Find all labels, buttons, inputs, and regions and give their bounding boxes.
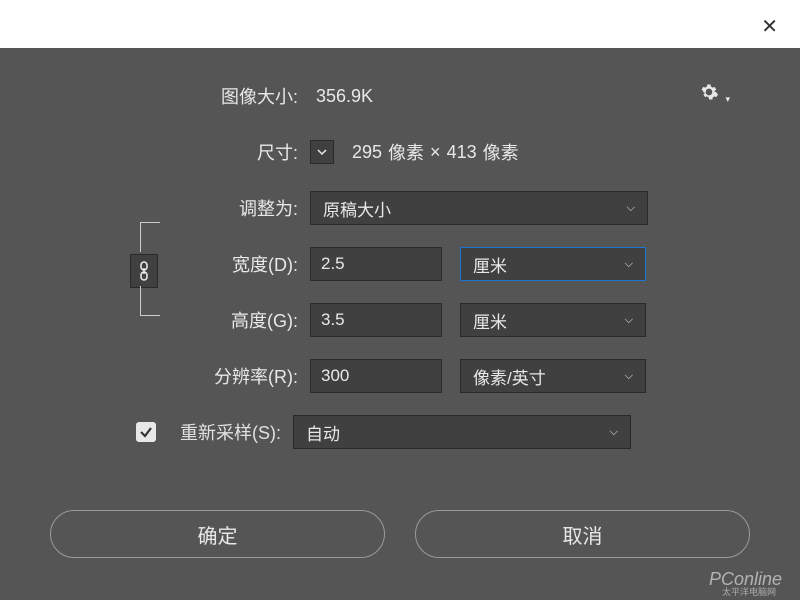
gear-icon[interactable]: ▾ [699,82,730,107]
fit-to-select[interactable]: 原稿大小 ⌵ [310,191,648,225]
chevron-down-icon: ⌵ [625,258,633,271]
resample-select[interactable]: 自动 ⌵ [293,415,631,449]
height-input[interactable] [310,303,442,337]
link-icon[interactable] [130,254,158,288]
image-size-value: 356.9K [316,86,373,107]
dimensions-label: 尺寸: [60,139,310,165]
close-icon[interactable]: ✕ [761,14,778,39]
dim-separator: × [430,142,441,163]
width-input[interactable] [310,247,442,281]
dimensions-unit-toggle[interactable] [310,140,334,164]
watermark-sub: 太平洋电脑网 [722,585,776,598]
dim-unit1: 像素 [388,139,424,165]
dim-height: 413 [447,142,477,163]
constrain-bracket [130,214,166,324]
title-bar: ✕ [0,0,800,48]
height-label: 高度(G): [60,307,310,333]
height-unit-value: 厘米 [473,308,507,333]
image-size-dialog: ▾ 图像大小: 356.9K 尺寸: 295 像素 × 413 像素 调整为: … [0,48,800,450]
resolution-input[interactable] [310,359,442,393]
width-unit-value: 厘米 [473,252,507,277]
image-size-label: 图像大小: [60,83,310,109]
dim-unit2: 像素 [483,139,519,165]
width-unit-select[interactable]: 厘米 ⌵ [460,247,646,281]
chevron-down-icon: ⌵ [625,370,633,383]
chevron-down-icon: ⌵ [627,202,635,215]
fit-to-value: 原稿大小 [323,196,391,221]
dim-width: 295 [352,142,382,163]
resample-checkbox[interactable] [136,422,156,442]
cancel-button[interactable]: 取消 [415,510,750,558]
resolution-label: 分辨率(R): [60,363,310,389]
chevron-down-icon: ⌵ [625,314,633,327]
resample-label: 重新采样(S): [180,419,281,445]
resample-value: 自动 [306,420,340,445]
width-label: 宽度(D): [60,251,310,277]
height-unit-select[interactable]: 厘米 ⌵ [460,303,646,337]
chevron-down-icon: ⌵ [610,426,618,439]
ok-button[interactable]: 确定 [50,510,385,558]
fit-to-label: 调整为: [60,195,310,221]
resolution-unit-value: 像素/英寸 [473,364,546,389]
resolution-unit-select[interactable]: 像素/英寸 ⌵ [460,359,646,393]
